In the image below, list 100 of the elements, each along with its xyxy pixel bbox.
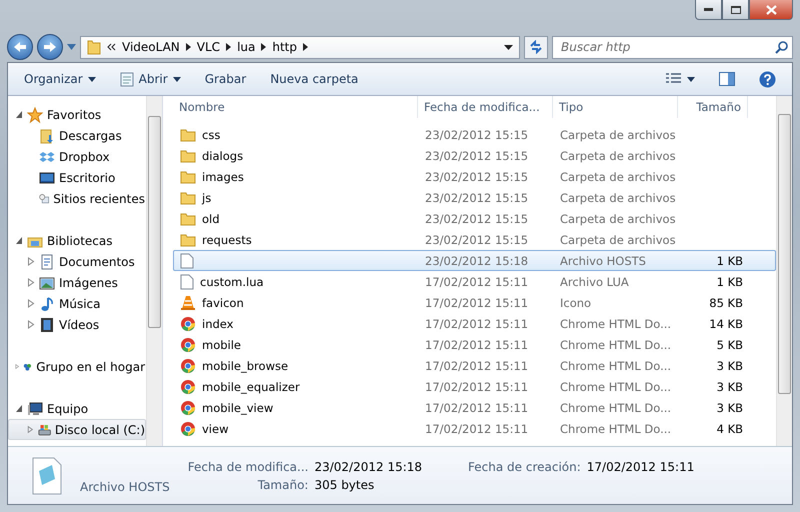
detail-value: 23/02/2012 15:18 [314, 460, 424, 474]
refresh-button[interactable] [524, 36, 548, 58]
file-row[interactable]: view 17/02/2012 15:11 Chrome HTML Do... 4 KB [173, 418, 776, 439]
folder-icon [180, 148, 196, 164]
breadcrumb-link[interactable]: http [272, 40, 297, 54]
nav-item[interactable]: Vídeos [8, 314, 146, 335]
overflow-chevron-icon[interactable] [107, 43, 116, 51]
folder-icon [180, 190, 196, 206]
minimize-icon [704, 8, 713, 11]
expanded-triangle-icon[interactable] [15, 110, 23, 119]
detail-label: Tamaño: [256, 478, 308, 492]
minimize-button[interactable] [695, 0, 722, 20]
toolbar-button[interactable]: Nueva carpeta [260, 67, 368, 91]
preview-pane-icon [719, 72, 735, 86]
detail-label: Fecha de modifica... [188, 460, 308, 474]
file-row[interactable]: mobile 17/02/2012 15:11 Chrome HTML Do... 5 KB [173, 334, 776, 355]
recent-pages-caret-icon[interactable] [67, 44, 76, 50]
nav-item[interactable]: Imágenes [8, 272, 146, 293]
file-type-text: Archivo HOSTS [80, 480, 170, 496]
dropdown-caret-icon[interactable] [504, 44, 513, 50]
folder-icon [87, 39, 101, 55]
video-icon [39, 316, 55, 332]
forward-arrow-icon [43, 41, 57, 53]
breadcrumb-arrow-icon[interactable] [261, 43, 266, 51]
forward-button[interactable] [37, 34, 63, 60]
chrome-icon [180, 316, 196, 332]
breadcrumb-arrow-icon[interactable] [186, 43, 191, 51]
column-header[interactable]: Fecha de modifica... [418, 96, 553, 118]
file-row[interactable]: 23/02/2012 15:18 Archivo HOSTS 1 KB [173, 250, 776, 271]
search-icon [775, 40, 788, 54]
chrome-icon [180, 378, 196, 394]
nav-item[interactable]: Música [8, 293, 146, 314]
file-row[interactable]: mobile_view 17/02/2012 15:11 Chrome HTML Do... 3 KB [173, 397, 776, 418]
breadcrumb-arrow-icon[interactable] [226, 43, 232, 51]
collapsed-triangle-icon[interactable] [27, 425, 34, 434]
maximize-icon [730, 6, 740, 14]
help-icon [759, 70, 776, 88]
music-icon [39, 296, 55, 312]
scrollbar[interactable] [776, 96, 792, 446]
list-view-icon [666, 73, 682, 85]
nav-group[interactable]: Equipo [8, 398, 146, 419]
toolbar-button[interactable]: Organizar [14, 67, 106, 91]
chrome-icon [180, 358, 196, 374]
notepad-icon [120, 71, 134, 87]
nav-item[interactable]: Disco local (C:) [8, 419, 146, 440]
file-row[interactable]: index 17/02/2012 15:11 Chrome HTML Do... 14 KB [173, 313, 776, 334]
folder-icon [180, 168, 196, 184]
breadcrumb-link[interactable]: VideoLAN [122, 40, 180, 54]
collapsed-triangle-icon[interactable] [15, 362, 20, 371]
file-row[interactable]: requests 23/02/2012 15:15 Carpeta de archivos [173, 229, 776, 250]
computer-icon [27, 400, 43, 416]
address-bar[interactable]: VideoLAN VLC lua http [80, 36, 520, 58]
toolbar-button[interactable]: Abrir [110, 67, 191, 91]
nav-item[interactable]: Descargas [8, 125, 146, 146]
document-icon [180, 252, 194, 268]
doc-icon [39, 254, 55, 270]
collapsed-triangle-icon[interactable] [27, 257, 35, 266]
back-arrow-icon [13, 41, 27, 53]
detail-value: 305 bytes [314, 478, 376, 492]
file-row[interactable]: dialogs 23/02/2012 15:15 Carpeta de archivos [173, 145, 776, 166]
column-header[interactable]: Nombre [173, 96, 418, 118]
breadcrumb-link[interactable]: lua [237, 40, 256, 54]
expanded-triangle-icon[interactable] [15, 404, 23, 413]
detail-label: Fecha de creación: [468, 460, 581, 474]
folder-icon [180, 232, 196, 248]
breadcrumb-link[interactable]: VLC [196, 40, 220, 54]
search-field[interactable]: Buscar http [552, 36, 793, 58]
nav-item[interactable]: Sitios recientes [8, 188, 146, 209]
breadcrumb-arrow-icon[interactable] [303, 43, 308, 51]
collapsed-triangle-icon[interactable] [27, 278, 35, 287]
back-button[interactable] [7, 34, 33, 60]
scrollbar[interactable] [146, 96, 162, 446]
nav-group[interactable]: Bibliotecas [8, 230, 146, 251]
refresh-icon [528, 40, 544, 54]
search-input[interactable]: Buscar http [559, 39, 775, 55]
chrome-icon [180, 420, 196, 436]
collapsed-triangle-icon[interactable] [27, 299, 35, 308]
nav-item[interactable]: Escritorio [8, 167, 146, 188]
traffic-cone-icon [180, 294, 196, 310]
file-row[interactable]: old 23/02/2012 15:15 Carpeta de archivos [173, 208, 776, 229]
close-button[interactable] [749, 0, 793, 20]
file-row[interactable]: favicon 17/02/2012 15:11 Icono 85 KB [173, 292, 776, 313]
file-row[interactable]: css 23/02/2012 15:15 Carpeta de archivos [173, 124, 776, 145]
nav-item[interactable]: Documentos [8, 251, 146, 272]
nav-item[interactable]: Dropbox [8, 146, 146, 167]
toolbar-button[interactable]: Grabar [194, 67, 256, 91]
column-header[interactable]: Tipo [553, 96, 678, 118]
caret-icon [88, 76, 96, 82]
collapsed-triangle-icon[interactable] [27, 320, 35, 329]
file-row[interactable]: custom.lua 17/02/2012 15:11 Archivo LUA 1 KB [173, 271, 776, 292]
file-row[interactable]: js 23/02/2012 15:15 Carpeta de archivos [173, 187, 776, 208]
column-header[interactable]: Tamaño [678, 96, 748, 118]
nav-group[interactable]: Favoritos [8, 104, 146, 125]
file-row[interactable]: images 23/02/2012 15:15 Carpeta de archivos [173, 166, 776, 187]
file-row[interactable]: mobile_equalizer 17/02/2012 15:11 Chrome HTML Do... 3 KB [173, 376, 776, 397]
maximize-button[interactable] [722, 0, 749, 20]
star-icon [27, 106, 43, 122]
expanded-triangle-icon[interactable] [15, 236, 23, 245]
nav-group[interactable]: Grupo en el hogar [8, 356, 146, 377]
file-row[interactable]: mobile_browse 17/02/2012 15:11 Chrome HTML Do... 3 KB [173, 355, 776, 376]
